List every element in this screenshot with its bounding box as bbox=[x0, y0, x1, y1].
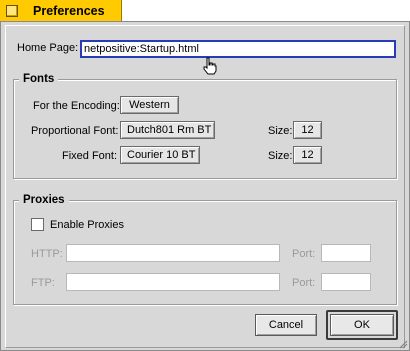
window-tab[interactable]: Preferences bbox=[0, 0, 122, 21]
proxies-group-title: Proxies bbox=[19, 194, 69, 206]
window-title: Preferences bbox=[33, 4, 105, 18]
encoding-menu[interactable]: Western bbox=[120, 96, 179, 114]
ftp-input[interactable] bbox=[66, 273, 280, 291]
resize-grip-icon[interactable] bbox=[398, 339, 408, 349]
proportional-font-label: Proportional Font: bbox=[31, 125, 119, 137]
http-port-input[interactable] bbox=[321, 244, 371, 262]
proportional-size-menu[interactable]: 12 bbox=[293, 121, 322, 139]
fonts-group-title: Fonts bbox=[19, 73, 59, 85]
ok-button[interactable]: OK bbox=[330, 314, 394, 336]
home-page-label: Home Page: bbox=[17, 42, 79, 54]
ftp-port-input[interactable] bbox=[321, 273, 371, 291]
ftp-label: FTP: bbox=[31, 277, 55, 289]
hand-pointer-icon bbox=[203, 57, 217, 75]
cancel-button[interactable]: Cancel bbox=[255, 314, 317, 336]
proportional-font-menu[interactable]: Dutch801 Rm BT bbox=[120, 121, 215, 139]
fixed-font-label: Fixed Font: bbox=[62, 150, 118, 162]
close-box-icon[interactable] bbox=[6, 5, 18, 17]
fixed-font-menu[interactable]: Courier 10 BT bbox=[120, 146, 200, 164]
http-port-label: Port: bbox=[292, 248, 316, 260]
home-page-input[interactable] bbox=[80, 40, 396, 58]
http-label: HTTP: bbox=[31, 248, 63, 260]
encoding-label: For the Encoding: bbox=[33, 100, 120, 112]
fixed-size-menu[interactable]: 12 bbox=[293, 146, 322, 164]
ftp-port-label: Port: bbox=[292, 277, 316, 289]
enable-proxies-label[interactable]: Enable Proxies bbox=[50, 219, 124, 231]
enable-proxies-checkbox[interactable] bbox=[31, 218, 44, 231]
fixed-size-label: Size: bbox=[268, 150, 293, 162]
http-input[interactable] bbox=[66, 244, 280, 262]
proportional-size-label: Size: bbox=[268, 125, 293, 137]
